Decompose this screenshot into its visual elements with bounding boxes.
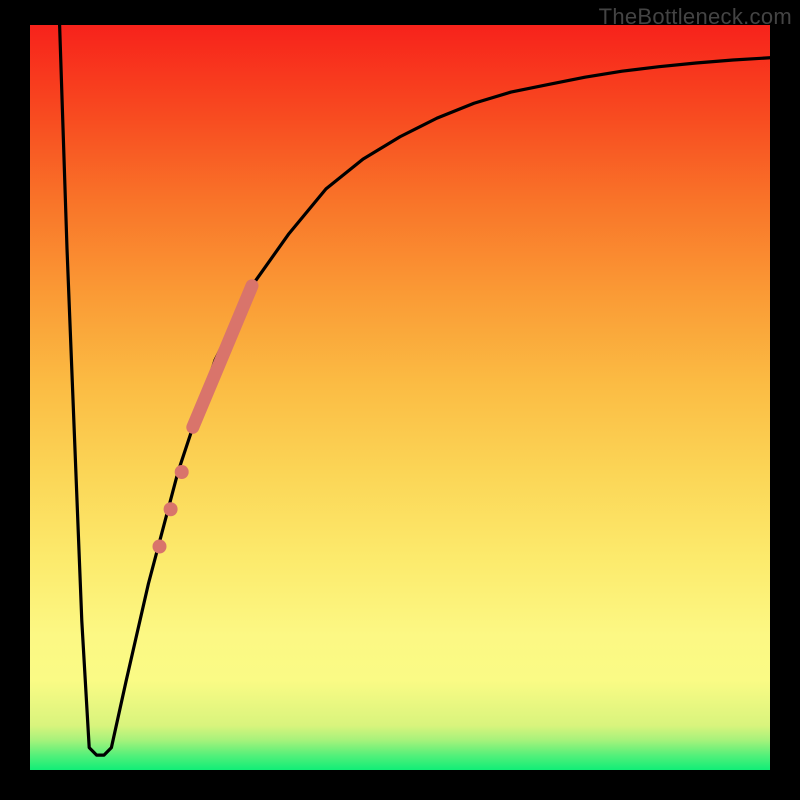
watermark-text: TheBottleneck.com [599,4,792,30]
chart-svg [30,25,770,770]
highlight-dot [164,502,178,516]
highlight-dots [153,465,189,554]
highlight-dot [153,540,167,554]
highlight-dot [175,465,189,479]
chart-frame: TheBottleneck.com [0,0,800,800]
plot-area [30,25,770,770]
curve-series [60,25,770,755]
highlight-band [193,286,252,428]
main-curve [60,25,770,755]
